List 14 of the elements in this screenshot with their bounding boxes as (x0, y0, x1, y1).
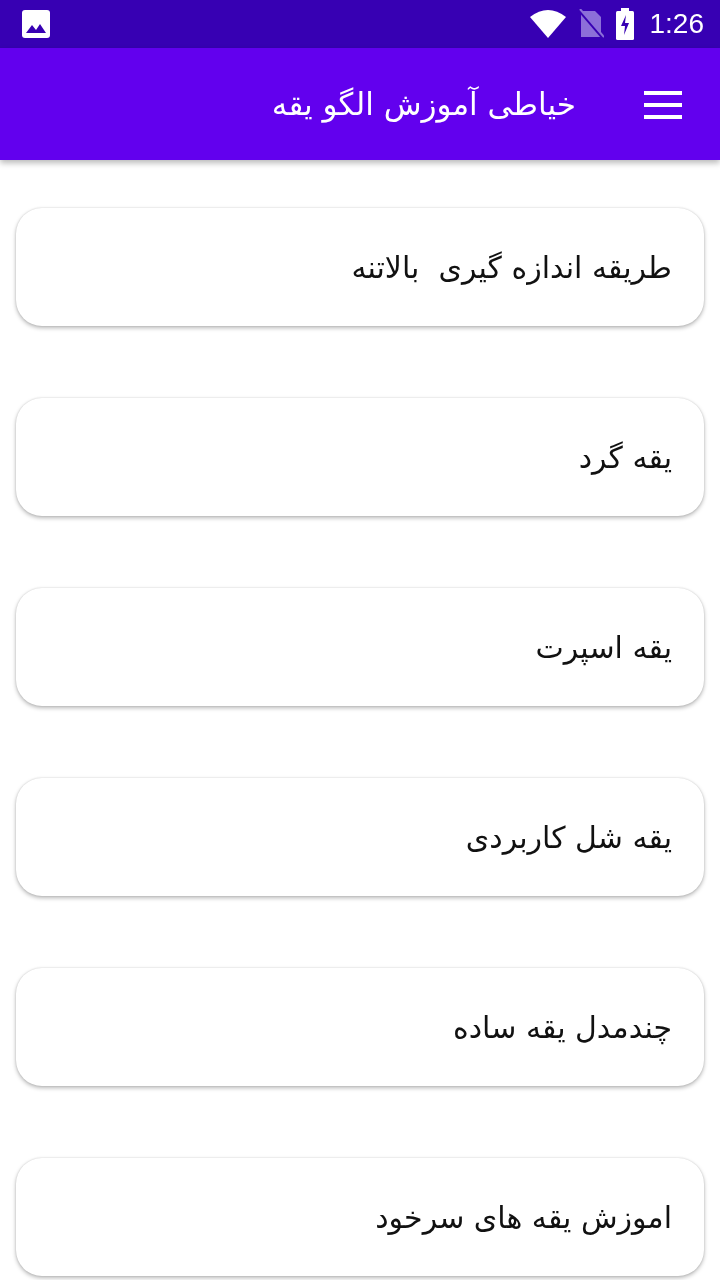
status-time: 1:26 (649, 8, 704, 40)
app-title: خیاطی آموزش الگو یقه (271, 85, 576, 124)
image-icon (22, 10, 50, 38)
no-sim-icon (577, 9, 604, 39)
wifi-icon (529, 10, 566, 38)
list-item-card[interactable]: یقه شل کاربردی (16, 778, 704, 896)
list-item-card[interactable]: چندمدل یقه ساده (16, 968, 704, 1086)
battery-charging-icon (615, 8, 634, 40)
menu-icon (644, 90, 682, 120)
menu-button[interactable] (644, 90, 682, 120)
list-item-card[interactable]: یقه گرد (16, 398, 704, 516)
list-item-card[interactable]: اموزش یقه های سرخود (16, 1158, 704, 1276)
list-item-card[interactable]: یقه اسپرت (16, 588, 704, 706)
list-item-card[interactable]: طریقه اندازه گیری بالاتنه (16, 208, 704, 326)
